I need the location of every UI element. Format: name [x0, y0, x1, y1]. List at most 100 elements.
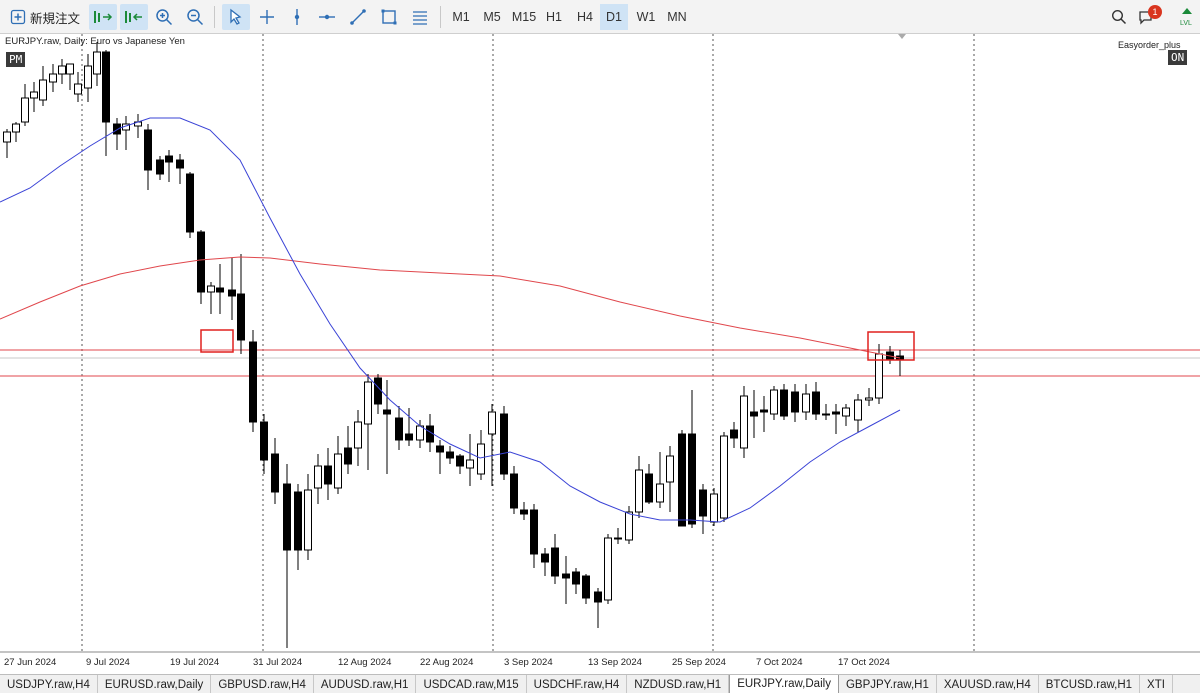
candles — [3, 42, 904, 648]
bullish-candle — [416, 425, 424, 441]
timeframe-m5[interactable]: M5 — [478, 4, 506, 30]
vertical-line-icon — [294, 9, 300, 25]
vertical-line-button[interactable] — [285, 4, 309, 30]
bearish-candle — [395, 417, 403, 441]
timeframe-m1[interactable]: M1 — [448, 4, 474, 30]
autoscroll-button[interactable] — [89, 4, 117, 30]
bullish-candle — [354, 421, 362, 449]
bearish-candle — [520, 509, 528, 515]
rectangle-button[interactable] — [377, 4, 401, 30]
tab-nzdusd-raw-h1[interactable]: NZDUSD.raw,H1 — [627, 675, 730, 693]
date-label: 31 Jul 2024 — [253, 657, 303, 668]
cursor-button[interactable] — [222, 4, 250, 30]
date-label: 17 Oct 2024 — [838, 657, 890, 668]
bearish-candle — [446, 451, 454, 459]
highlight-box — [200, 329, 234, 353]
zoom-out-icon — [187, 9, 204, 26]
bearish-candle — [383, 409, 391, 415]
bullish-candle — [30, 91, 38, 99]
bullish-candle — [207, 285, 215, 293]
bearish-candle — [780, 389, 788, 417]
bullish-candle — [854, 399, 862, 421]
toolbar: 新規注文 M1 M5 M15 H1 H4 D1 W1 MN 1 LVL — [0, 0, 1200, 34]
bearish-candle — [237, 293, 245, 341]
bearish-candle — [144, 129, 152, 171]
timeframe-d1[interactable]: D1 — [600, 4, 628, 30]
new-order-button[interactable]: 新規注文 — [6, 4, 86, 30]
search-icon — [1111, 9, 1127, 25]
date-label: 3 Sep 2024 — [504, 657, 553, 668]
bearish-candle — [812, 391, 820, 415]
date-label: 12 Aug 2024 — [338, 657, 392, 668]
tab-usdcad-raw-m15[interactable]: USDCAD.raw,M15 — [416, 675, 527, 693]
lvl-icon: LVL — [1180, 8, 1192, 27]
horizontal-lines — [0, 349, 1200, 377]
bullish-candle — [3, 131, 11, 143]
tab-usdchf-raw-h4[interactable]: USDCHF.raw,H4 — [527, 675, 628, 693]
bearish-candle — [102, 51, 110, 123]
bearish-candle — [197, 231, 205, 293]
timeframe-h1[interactable]: H1 — [542, 4, 566, 30]
search-button[interactable] — [1108, 4, 1130, 30]
bullish-candle — [39, 79, 47, 101]
bearish-candle — [113, 123, 121, 135]
bearish-candle — [594, 591, 602, 603]
timeframe-h4[interactable]: H4 — [572, 4, 598, 30]
bearish-candle — [228, 289, 236, 297]
chart-title: EURJPY.raw, Daily: Euro vs Japanese Yen — [5, 36, 185, 47]
chart-area[interactable]: EURJPY.raw, Daily: Euro vs Japanese Yen … — [0, 34, 1200, 674]
bearish-candle — [530, 509, 538, 555]
bearish-candle — [760, 409, 768, 413]
bullish-candle — [58, 65, 66, 75]
bullish-candle — [635, 469, 643, 513]
bearish-candle — [582, 575, 590, 599]
bearish-candle — [249, 341, 257, 423]
tab-eurjpy-raw-daily[interactable]: EURJPY.raw,Daily — [729, 675, 839, 693]
chart-shift-icon — [125, 11, 142, 23]
bullish-candle — [625, 511, 633, 541]
tab-btcusd-raw-h1[interactable]: BTCUSD.raw,H1 — [1039, 675, 1141, 693]
bullish-candle — [74, 83, 82, 95]
bullish-candle — [770, 389, 778, 415]
tab-xti[interactable]: XTI — [1140, 675, 1173, 693]
zoom-in-icon — [156, 9, 173, 26]
bearish-candle — [324, 465, 332, 485]
date-label: 7 Oct 2024 — [756, 657, 803, 668]
tab-gbpusd-raw-h4[interactable]: GBPUSD.raw,H4 — [211, 675, 314, 693]
timeframe-w1[interactable]: W1 — [632, 4, 660, 30]
horizontal-line-button[interactable] — [315, 4, 339, 30]
bearish-candle — [562, 573, 570, 579]
bullish-candle — [304, 489, 312, 551]
bullish-candle — [720, 435, 728, 519]
tab-eurusd-raw-daily[interactable]: EURUSD.raw,Daily — [98, 675, 212, 693]
on-badge[interactable]: ON — [1168, 50, 1188, 65]
crosshair-button[interactable] — [255, 4, 279, 30]
bearish-candle — [699, 489, 707, 517]
bullish-candle — [710, 493, 718, 523]
bearish-candle — [730, 429, 738, 439]
tab-xauusd-raw-h4[interactable]: XAUUSD.raw,H4 — [937, 675, 1039, 693]
lvl-button[interactable]: LVL — [1176, 4, 1198, 30]
bearish-candle — [750, 411, 758, 417]
timeframe-m15[interactable]: M15 — [508, 4, 540, 30]
bullish-candle — [21, 97, 29, 123]
zoom-out-button[interactable] — [183, 4, 207, 30]
bullish-candle — [488, 411, 496, 435]
bullish-candle — [334, 453, 342, 489]
fibonacci-button[interactable] — [408, 4, 432, 30]
tab-usdjpy-raw-h4[interactable]: USDJPY.raw,H4 — [0, 675, 98, 693]
chart-shift-button[interactable] — [120, 4, 148, 30]
bullish-candle — [802, 393, 810, 413]
tab-gbpjpy-raw-h1[interactable]: GBPJPY.raw,H1 — [839, 675, 937, 693]
date-label: 25 Sep 2024 — [672, 657, 726, 668]
crosshair-icon — [260, 10, 274, 24]
price-chart[interactable] — [0, 34, 1200, 674]
timeframe-mn[interactable]: MN — [662, 4, 692, 30]
bearish-candle — [216, 287, 224, 293]
notification-badge: 1 — [1148, 5, 1162, 19]
bearish-candle — [271, 453, 279, 493]
zoom-in-button[interactable] — [152, 4, 176, 30]
tab-audusd-raw-h1[interactable]: AUDUSD.raw,H1 — [314, 675, 417, 693]
trendline-button[interactable] — [346, 4, 370, 30]
bearish-candle — [822, 413, 830, 416]
